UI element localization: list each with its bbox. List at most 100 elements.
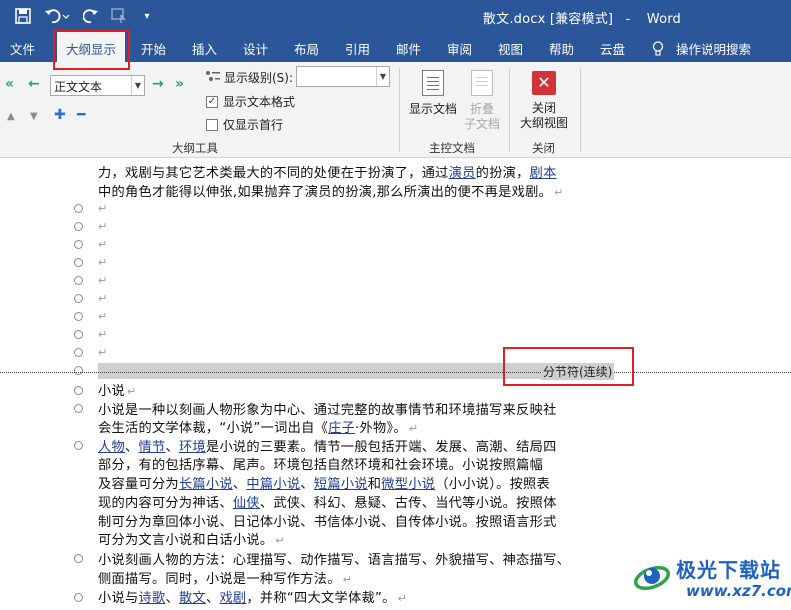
- text-line: 现的内容可分为神话、仙侠、武侠、科幻、悬疑、古传、当代等小说。按照体: [98, 492, 557, 511]
- show-level-combo[interactable]: ▼: [296, 66, 390, 87]
- outline-bullet[interactable]: [74, 294, 83, 303]
- tab-insert[interactable]: 插入: [192, 39, 217, 58]
- hyperlink-xianxia[interactable]: 仙侠: [233, 496, 260, 511]
- tab-file[interactable]: 文件: [10, 39, 35, 58]
- show-document-button[interactable]: 显示文档: [406, 70, 460, 117]
- text-run: （小小说）。按照表: [435, 477, 551, 492]
- document-area[interactable]: 力，戏剧与其它艺术类最大的不同的处便在于扮演了，通过演员的扮演，剧本 中的角色才…: [0, 158, 791, 610]
- show-text-format-checkbox[interactable]: ✓ 显示文本格式: [206, 93, 295, 110]
- text-run: 现的内容可分为神话、: [98, 496, 233, 511]
- hyperlink-character[interactable]: 人物: [98, 440, 125, 455]
- chevron-down-icon[interactable]: ▼: [376, 67, 389, 86]
- tab-review[interactable]: 审阅: [447, 39, 472, 58]
- text-line: 可分为文言小说和白话小说。 ↵: [98, 529, 285, 548]
- tab-layout[interactable]: 布局: [294, 39, 319, 58]
- paragraph-mark: ↵: [98, 292, 108, 305]
- text-line: 小说 ↵: [98, 380, 137, 399]
- app-name: Word: [646, 12, 681, 27]
- promote-icon[interactable]: ←: [28, 76, 40, 92]
- outline-bullet[interactable]: [74, 258, 83, 267]
- outline-bullet[interactable]: [74, 441, 83, 450]
- text-line: 力，戏剧与其它艺术类最大的不同的处便在于扮演了，通过演员的扮演，剧本: [98, 162, 557, 181]
- text-run: 、: [300, 477, 314, 492]
- close-outline-view-button[interactable]: ✕ 关闭 大纲视图: [516, 71, 572, 131]
- paragraph-mark: ↵: [408, 422, 419, 435]
- hyperlink-novella[interactable]: 中篇小说: [246, 477, 300, 492]
- text-line: 小说刻画人物的方法：心理描写、动作描写、语言描写、外貌描写、神态描写、: [98, 549, 570, 568]
- hyperlink-plot[interactable]: 情节: [138, 440, 165, 455]
- outline-bullet[interactable]: [74, 348, 83, 357]
- outline-bullet[interactable]: [74, 204, 83, 213]
- tab-outline[interactable]: 大纲显示: [57, 32, 126, 62]
- text-run: 、: [165, 440, 179, 455]
- text-run: ，并称“四大文学体裁”。: [246, 591, 396, 606]
- group-separator: [580, 68, 581, 152]
- hyperlink-drama[interactable]: 戏剧: [219, 591, 246, 606]
- title-separator: -: [625, 12, 631, 27]
- outline-bullet[interactable]: [74, 222, 83, 231]
- text-line: 会生活的文学体裁，“小说”一词出自《庄子·外物》。 ↵: [98, 417, 418, 436]
- tell-me-label: 操作说明搜索: [675, 42, 751, 57]
- demote-icon[interactable]: →: [152, 76, 164, 92]
- tab-references[interactable]: 引用: [345, 39, 370, 58]
- title-bar: ▾ 散文.docx [兼容模式] - Word: [0, 0, 791, 32]
- move-up-icon[interactable]: ▲: [7, 111, 15, 122]
- tab-mailings[interactable]: 邮件: [396, 39, 421, 58]
- close-outline-label-2: 大纲视图: [519, 116, 568, 130]
- text-run: 侧面描写。同时，小说是一种写作方法。: [98, 572, 341, 587]
- text-run: 会生活的文学体裁，“小说”一词出自《: [98, 421, 329, 436]
- show-first-line-checkbox[interactable]: 仅显示首行: [206, 116, 283, 133]
- outline-bullet[interactable]: [74, 593, 83, 602]
- hyperlink-poetry[interactable]: 诗歌: [138, 591, 165, 606]
- hyperlink-actor[interactable]: 演员: [449, 166, 476, 181]
- collapse-subdocuments-button[interactable]: 折叠 子文档: [460, 70, 504, 132]
- show-text-format-label: 显示文本格式: [223, 95, 296, 109]
- collapse-icon[interactable]: ━: [77, 107, 85, 123]
- text-line: 侧面描写。同时，小说是一种写作方法。 ↵: [98, 568, 352, 587]
- tab-view[interactable]: 视图: [498, 39, 523, 58]
- outline-bullet[interactable]: [74, 240, 83, 249]
- outline-bullet[interactable]: [74, 554, 83, 563]
- demote-to-body-text-icon[interactable]: »: [175, 76, 184, 92]
- outline-level-value: 正文文本: [54, 80, 103, 94]
- outline-bullet[interactable]: [74, 366, 83, 375]
- paragraph-mark: ↵: [98, 310, 108, 323]
- collapse-subdocuments-label-2: 子文档: [463, 117, 500, 131]
- paragraph-mark: ↵: [342, 573, 353, 586]
- text-line: 中的角色才能得以伸张,如果抛弃了演员的扮演,那么所演出的便不再是戏剧。 ↵: [98, 181, 564, 200]
- hyperlink-prose[interactable]: 散文: [179, 591, 206, 606]
- group-separator: [509, 68, 510, 152]
- expand-icon[interactable]: ✚: [54, 107, 66, 123]
- text-run: 的扮演，: [475, 166, 530, 181]
- hyperlink-script[interactable]: 剧本: [530, 166, 557, 181]
- hyperlink-novel[interactable]: 长篇小说: [179, 477, 233, 492]
- tab-cloud[interactable]: 云盘: [600, 39, 625, 58]
- outline-bullet[interactable]: [74, 312, 83, 321]
- tab-help[interactable]: 帮助: [549, 39, 574, 58]
- chevron-down-icon[interactable]: ▼: [131, 76, 144, 95]
- paragraph-mark: ↵: [98, 274, 108, 287]
- hyperlink-zhuangzi[interactable]: 庄子: [328, 421, 355, 436]
- hyperlink-micro-fiction[interactable]: 微型小说: [381, 477, 435, 492]
- ribbon-tabs: 文件 大纲显示 开始 插入 设计 布局 引用 邮件 审阅 视图 帮助 云盘 操作…: [0, 32, 791, 62]
- outline-bullet[interactable]: [74, 404, 83, 413]
- move-down-icon[interactable]: ▼: [30, 111, 38, 122]
- paragraph-mark: ↵: [98, 202, 108, 215]
- promote-to-heading1-icon[interactable]: «: [5, 76, 14, 92]
- text-line: 小说是一种以刻画人物形象为中心、通过完整的故事情节和环境描写来反映社: [98, 399, 557, 418]
- outline-bullet[interactable]: [74, 330, 83, 339]
- outline-bullet[interactable]: [74, 276, 83, 285]
- text-line: 制可分为章回体小说、日记体小说、书信体小说、自传体小说。按照语言形式: [98, 511, 557, 530]
- hyperlink-short-story[interactable]: 短篇小说: [314, 477, 368, 492]
- checkbox-unchecked-icon: [206, 118, 218, 131]
- text-run: 、: [124, 440, 139, 455]
- text-run: 中的角色才能得以伸张,如果抛弃了演员的扮演,那么所演出的便不再是戏剧。: [98, 185, 553, 200]
- paragraph-mark: ↵: [275, 534, 285, 547]
- tab-home[interactable]: 开始: [141, 39, 166, 58]
- outline-level-combo[interactable]: 正文文本 ▼: [50, 75, 145, 96]
- tab-design[interactable]: 设计: [243, 39, 268, 58]
- watermark: 极光下载站 www.xz7.com: [632, 552, 791, 606]
- outline-bullet[interactable]: [74, 386, 83, 395]
- hyperlink-setting[interactable]: 环境: [179, 440, 206, 455]
- tell-me-search[interactable]: 操作说明搜索: [652, 39, 751, 58]
